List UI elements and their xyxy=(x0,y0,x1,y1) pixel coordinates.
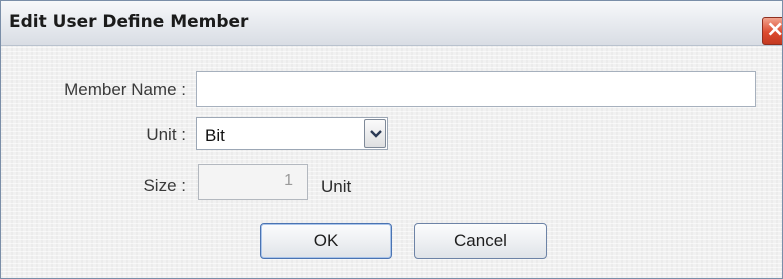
member-name-label: Member Name : xyxy=(64,80,186,99)
dialog-body: Member Name : Unit : Bit Size : 1 Unit O… xyxy=(1,46,782,278)
size-label: Size : xyxy=(143,176,186,195)
unit-selected-value: Bit xyxy=(205,126,225,145)
chevron-down-icon xyxy=(370,130,382,138)
unit-dropdown-button[interactable] xyxy=(364,119,386,148)
unit-label: Unit : xyxy=(146,125,186,144)
title-bar[interactable]: Edit User Define Member × xyxy=(1,1,783,46)
ok-button[interactable]: OK xyxy=(260,223,392,259)
size-value: 1 xyxy=(284,172,293,189)
unit-select[interactable]: Bit xyxy=(196,117,388,150)
close-button[interactable]: × xyxy=(762,17,783,45)
member-name-input[interactable] xyxy=(196,71,756,107)
cancel-button[interactable]: Cancel xyxy=(414,223,547,259)
edit-user-define-member-dialog: Edit User Define Member × Member Name : … xyxy=(0,0,783,279)
size-input: 1 xyxy=(198,164,308,200)
dialog-title: Edit User Define Member xyxy=(9,12,249,32)
close-icon: × xyxy=(766,17,783,42)
size-unit-label: Unit xyxy=(321,177,352,196)
